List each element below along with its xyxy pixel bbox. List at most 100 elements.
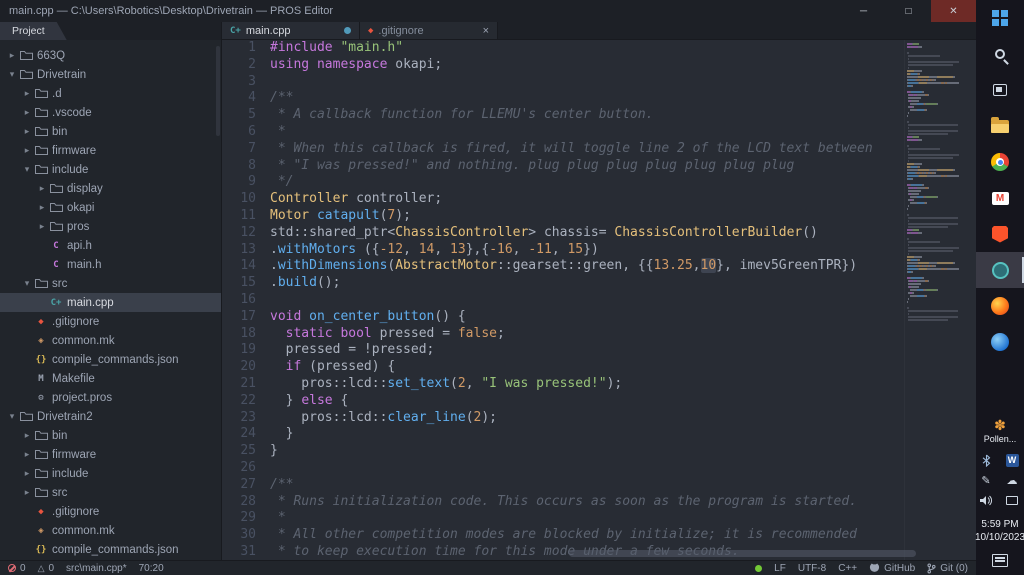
chevron-right-icon[interactable]: ▸ — [21, 487, 33, 498]
tree-folder-firmware[interactable]: ▸ firmware — [0, 141, 221, 160]
code-line[interactable]: 11 Motor catapult(7); — [222, 208, 904, 225]
chevron-right-icon[interactable]: ▸ — [36, 221, 48, 232]
tree-file-compile_commands.json[interactable]: {} compile_commands.json — [0, 350, 221, 369]
code-line[interactable]: 22 } else { — [222, 393, 904, 410]
chevron-right-icon[interactable]: ▸ — [21, 468, 33, 479]
code-line[interactable]: 26 — [222, 460, 904, 477]
tree-folder-.d[interactable]: ▸ .d — [0, 84, 221, 103]
bluetooth-icon[interactable] — [977, 452, 995, 468]
tree-folder-firmware[interactable]: ▸ firmware — [0, 445, 221, 464]
tree-file-api.h[interactable]: Capi.h — [0, 236, 221, 255]
code-line[interactable]: 28 * Runs initialization code. This occu… — [222, 494, 904, 511]
tree-folder-Drivetrain2[interactable]: ▾ Drivetrain2 — [0, 407, 221, 426]
firefox-icon[interactable] — [976, 288, 1024, 324]
tab-project[interactable]: Project — [0, 22, 67, 40]
task-view-icon[interactable] — [976, 72, 1024, 108]
tree-file-common.mk[interactable]: ◈ common.mk — [0, 521, 221, 540]
code-line[interactable]: 9 */ — [222, 174, 904, 191]
code-editor[interactable]: 1 #include "main.h" 2 using namespace okapi… — [222, 40, 976, 560]
chevron-right-icon[interactable]: ▸ — [21, 88, 33, 99]
tree-file-.gitignore[interactable]: ◆ .gitignore — [0, 502, 221, 521]
code-line[interactable]: 30 * All other competition modes are blo… — [222, 527, 904, 544]
code-line[interactable]: 21 pros::lcd::set_text(2, "I was pressed… — [222, 376, 904, 393]
word-icon[interactable]: W — [1003, 452, 1021, 468]
tree-file-.gitignore[interactable]: ◆ .gitignore — [0, 312, 221, 331]
code-line[interactable]: 25} — [222, 443, 904, 460]
tab-.gitignore[interactable]: ◆ .gitignore × — [360, 22, 498, 39]
horizontal-scrollbar[interactable] — [568, 550, 916, 557]
cursor-position[interactable]: 70:20 — [139, 563, 164, 574]
tree-folder-src[interactable]: ▸ src — [0, 483, 221, 502]
code-line[interactable]: 19 pressed = !pressed; — [222, 342, 904, 359]
tree-folder-display[interactable]: ▸ display — [0, 179, 221, 198]
code-line[interactable]: 5 * A callback function for LLEMU's cent… — [222, 107, 904, 124]
code-line[interactable]: 13 .withMotors ({-12, 14, 13},{-16, -11, … — [222, 242, 904, 259]
weather-widget[interactable]: ✽ Pollen... — [984, 418, 1017, 444]
tree-folder-pros[interactable]: ▸ pros — [0, 217, 221, 236]
tab-main.cpp[interactable]: C+ main.cpp — [222, 22, 360, 39]
tree-folder-include[interactable]: ▾ include — [0, 160, 221, 179]
encoding-indicator[interactable]: UTF-8 — [798, 563, 826, 574]
code-line[interactable]: 8 * "I was pressed!" and nothing. plug p… — [222, 158, 904, 175]
tree-file-compile_commands.json[interactable]: {} compile_commands.json — [0, 540, 221, 559]
code-line[interactable]: 3 — [222, 74, 904, 91]
code-line[interactable]: 15 .build(); — [222, 275, 904, 292]
chevron-right-icon[interactable]: ▸ — [21, 107, 33, 118]
code-line[interactable]: 17 void on_center_button() { — [222, 309, 904, 326]
git-button[interactable]: Git (0) — [927, 563, 968, 574]
language-indicator[interactable]: C++ — [838, 563, 857, 574]
chevron-down-icon[interactable]: ▾ — [6, 411, 18, 422]
search-icon[interactable] — [976, 36, 1024, 72]
code-line[interactable]: 14 .withDimensions(AbstractMotor::gearset… — [222, 258, 904, 275]
line-ending-indicator[interactable]: LF — [774, 563, 786, 574]
close-tab-icon[interactable]: × — [483, 25, 489, 37]
edge-icon[interactable] — [976, 324, 1024, 360]
lint-warnings[interactable]: △ 0 — [38, 563, 54, 574]
maximize-button[interactable]: □ — [886, 0, 931, 22]
taskbar-clock[interactable]: 5:59 PM 10/10/2023 — [975, 518, 1024, 544]
code-line[interactable]: 1 #include "main.h" — [222, 40, 904, 57]
tree-folder-bin[interactable]: ▸ bin — [0, 426, 221, 445]
code-line[interactable]: 16 — [222, 292, 904, 309]
speaker-icon[interactable] — [977, 492, 995, 508]
chevron-right-icon[interactable]: ▸ — [6, 50, 18, 61]
gmail-icon[interactable]: M — [976, 180, 1024, 216]
code-line[interactable]: 7 * When this callback is fired, it will… — [222, 141, 904, 158]
current-file-path[interactable]: src\main.cpp* — [66, 563, 127, 574]
code-line[interactable]: 12 std::shared_ptr<ChassisController> cha… — [222, 225, 904, 242]
code-line[interactable]: 2 using namespace okapi; — [222, 57, 904, 74]
chevron-down-icon[interactable]: ▾ — [21, 278, 33, 289]
tree-folder-Drivetrain[interactable]: ▾ Drivetrain — [0, 65, 221, 84]
tree-file-project.pros[interactable]: ⚙ project.pros — [0, 388, 221, 407]
chevron-down-icon[interactable]: ▾ — [21, 164, 33, 175]
code-line[interactable]: 23 pros::lcd::clear_line(2); — [222, 410, 904, 427]
code-line[interactable]: 4 /** — [222, 90, 904, 107]
lint-errors[interactable]: 0 — [8, 563, 26, 574]
start-icon[interactable] — [976, 0, 1024, 36]
pen-icon[interactable]: ✎ — [977, 472, 995, 488]
chevron-right-icon[interactable]: ▸ — [21, 145, 33, 156]
github-button[interactable]: GitHub — [869, 563, 915, 574]
tree-folder-include[interactable]: ▸ include — [0, 464, 221, 483]
chevron-right-icon[interactable]: ▸ — [36, 183, 48, 194]
chevron-right-icon[interactable]: ▸ — [21, 430, 33, 441]
tree-folder-663Q[interactable]: ▸ 663Q — [0, 46, 221, 65]
network-icon[interactable] — [1003, 492, 1021, 508]
chevron-right-icon[interactable]: ▸ — [21, 126, 33, 137]
onedrive-icon[interactable]: ☁ — [1003, 472, 1021, 488]
tree-file-main.h[interactable]: Cmain.h — [0, 255, 221, 274]
file-explorer-icon[interactable] — [976, 108, 1024, 144]
tree-folder-okapi[interactable]: ▸ okapi — [0, 198, 221, 217]
code-line[interactable]: 18 static bool pressed = false; — [222, 326, 904, 343]
code-line[interactable]: 24 } — [222, 426, 904, 443]
pros-editor-icon[interactable] — [976, 252, 1024, 288]
brave-icon[interactable] — [976, 216, 1024, 252]
chevron-right-icon[interactable]: ▸ — [36, 202, 48, 213]
chrome-icon[interactable] — [976, 144, 1024, 180]
tree-file-common.mk[interactable]: ◈ common.mk — [0, 331, 221, 350]
code-line[interactable]: 27 /** — [222, 477, 904, 494]
minimize-button[interactable]: ─ — [841, 0, 886, 22]
code-line[interactable]: 6 * — [222, 124, 904, 141]
code-line[interactable]: 10 Controller controller; — [222, 191, 904, 208]
tree-file-main.cpp[interactable]: C+ main.cpp — [0, 293, 221, 312]
